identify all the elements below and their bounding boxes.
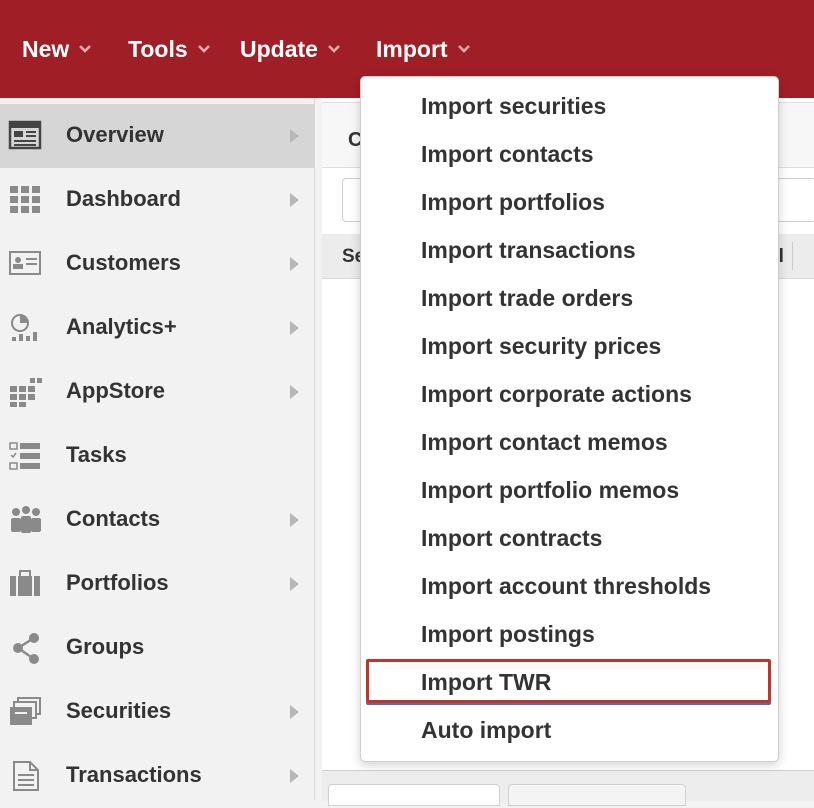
- menu-update-label: Update: [240, 35, 318, 62]
- menu-item-import-twr[interactable]: Import TWR: [421, 669, 551, 696]
- sidebar-item-label: Dashboard: [66, 186, 181, 211]
- chevron-right-icon: [290, 769, 299, 783]
- sidebar-item-label: Contacts: [66, 506, 161, 531]
- securities-icon: [8, 696, 44, 728]
- chevron-right-icon: [290, 705, 299, 719]
- sidebar-item-label: Overview: [66, 122, 164, 147]
- sidebar-item-contacts[interactable]: Contacts: [0, 488, 314, 552]
- menu-item-import-transactions[interactable]: Import transactions: [421, 237, 636, 264]
- column-divider: [792, 242, 793, 270]
- document-icon: [8, 760, 44, 792]
- menu-item-import-corporate-actions[interactable]: Import corporate actions: [421, 381, 692, 408]
- menu-item-import-contact-memos[interactable]: Import contact memos: [421, 429, 668, 456]
- bottom-tab[interactable]: [508, 784, 686, 806]
- import-dropdown-menu: Import securities Import contacts Import…: [360, 76, 779, 762]
- chevron-down-icon: [197, 42, 211, 56]
- sidebar-item-portfolios[interactable]: Portfolios: [0, 552, 314, 616]
- menu-item-import-account-thresholds[interactable]: Import account thresholds: [421, 573, 711, 600]
- share-icon: [8, 632, 44, 664]
- sidebar-item-label: Portfolios: [66, 570, 169, 595]
- sidebar-item-dashboard[interactable]: Dashboard: [0, 168, 314, 232]
- sidebar-item-label: Tasks: [66, 442, 127, 467]
- sidebar-item-label: Securities: [66, 698, 172, 723]
- menu-new[interactable]: New: [22, 31, 92, 67]
- sidebar-item-appstore[interactable]: AppStore: [0, 360, 314, 424]
- menu-item-import-security-prices[interactable]: Import security prices: [421, 333, 661, 360]
- menu-item-import-contracts[interactable]: Import contracts: [421, 525, 602, 552]
- sidebar-item-transactions[interactable]: Transactions: [0, 744, 314, 808]
- bottom-tab[interactable]: [328, 784, 500, 806]
- sidebar-item-label: AppStore: [66, 378, 165, 403]
- chevron-right-icon: [290, 577, 299, 591]
- contacts-icon: [8, 504, 44, 536]
- dashboard-icon: [8, 184, 44, 216]
- menu-tools-label: Tools: [128, 35, 188, 62]
- chevron-down-icon: [457, 42, 471, 56]
- sidebar-item-groups[interactable]: Groups: [0, 616, 314, 680]
- menu-item-auto-import[interactable]: Auto import: [421, 717, 551, 744]
- chevron-right-icon: [290, 129, 299, 143]
- menu-item-import-trade-orders[interactable]: Import trade orders: [421, 285, 633, 312]
- chevron-down-icon: [78, 42, 92, 56]
- menu-item-import-portfolio-memos[interactable]: Import portfolio memos: [421, 477, 679, 504]
- tasks-icon: [8, 440, 44, 472]
- menu-item-import-contacts[interactable]: Import contacts: [421, 141, 594, 168]
- chevron-right-icon: [290, 321, 299, 335]
- chevron-right-icon: [290, 193, 299, 207]
- sidebar-item-label: Analytics+: [66, 314, 177, 339]
- menu-new-label: New: [22, 35, 70, 62]
- sidebar: Overview Dashboard Customers Analytics+ …: [0, 98, 315, 800]
- chevron-right-icon: [290, 257, 299, 271]
- sidebar-item-customers[interactable]: Customers: [0, 232, 314, 296]
- chevron-right-icon: [290, 385, 299, 399]
- sidebar-item-label: Groups: [66, 634, 145, 659]
- sidebar-item-overview[interactable]: Overview: [0, 104, 314, 168]
- overview-icon: [8, 120, 44, 152]
- chevron-down-icon: [327, 42, 341, 56]
- sidebar-item-analytics[interactable]: Analytics+: [0, 296, 314, 360]
- appstore-icon: [8, 376, 44, 408]
- sidebar-item-label: Customers: [66, 250, 181, 275]
- menu-item-import-postings[interactable]: Import postings: [421, 621, 595, 648]
- sidebar-item-securities[interactable]: Securities: [0, 680, 314, 744]
- menu-import[interactable]: Import: [376, 31, 471, 67]
- chevron-right-icon: [290, 513, 299, 527]
- menu-item-import-securities[interactable]: Import securities: [421, 93, 606, 120]
- menu-import-label: Import: [376, 35, 448, 62]
- portfolios-icon: [8, 568, 44, 600]
- menu-tools[interactable]: Tools: [128, 31, 211, 67]
- sidebar-item-label: Transactions: [66, 762, 202, 787]
- analytics-icon: [8, 312, 44, 344]
- menu-update[interactable]: Update: [240, 31, 341, 67]
- customers-icon: [8, 248, 44, 280]
- sidebar-item-tasks[interactable]: Tasks: [0, 424, 314, 488]
- menu-item-import-portfolios[interactable]: Import portfolios: [421, 189, 605, 216]
